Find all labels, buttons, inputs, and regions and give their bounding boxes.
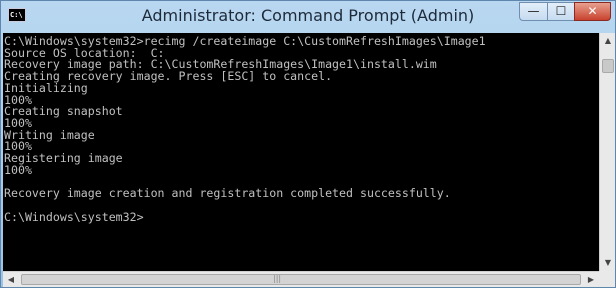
console-line: C:\Windows\system32>	[4, 209, 144, 224]
close-button[interactable]: ✕	[574, 2, 611, 21]
maximize-button[interactable]: ☐	[547, 2, 574, 21]
title-bar[interactable]: C:\ Administrator: Command Prompt (Admin…	[1, 1, 615, 31]
command-prompt-window: C:\ Administrator: Command Prompt (Admin…	[0, 0, 616, 288]
vertical-scrollbar[interactable]: ▲ ▼	[599, 33, 615, 271]
scroll-grip-icon: |||	[273, 274, 282, 283]
scroll-down-icon[interactable]: ▼	[600, 255, 616, 271]
vertical-scroll-thumb[interactable]	[602, 59, 614, 73]
horizontal-scrollbar[interactable]: ◀ ||| ▶	[3, 271, 599, 287]
scroll-right-icon[interactable]: ▶	[583, 272, 599, 288]
scroll-left-icon[interactable]: ◀	[3, 272, 19, 288]
scroll-up-icon[interactable]: ▲	[600, 33, 616, 49]
console-line: Recovery image creation and registration…	[4, 186, 451, 201]
horizontal-scroll-thumb[interactable]	[21, 274, 581, 285]
console-line: 100%	[4, 162, 32, 177]
minimize-button[interactable]: —	[519, 2, 547, 21]
resize-corner[interactable]	[599, 271, 615, 287]
console-text: C:\Windows\system32>recimg /createimage …	[3, 33, 599, 223]
console-output[interactable]: C:\Windows\system32>recimg /createimage …	[3, 33, 599, 271]
